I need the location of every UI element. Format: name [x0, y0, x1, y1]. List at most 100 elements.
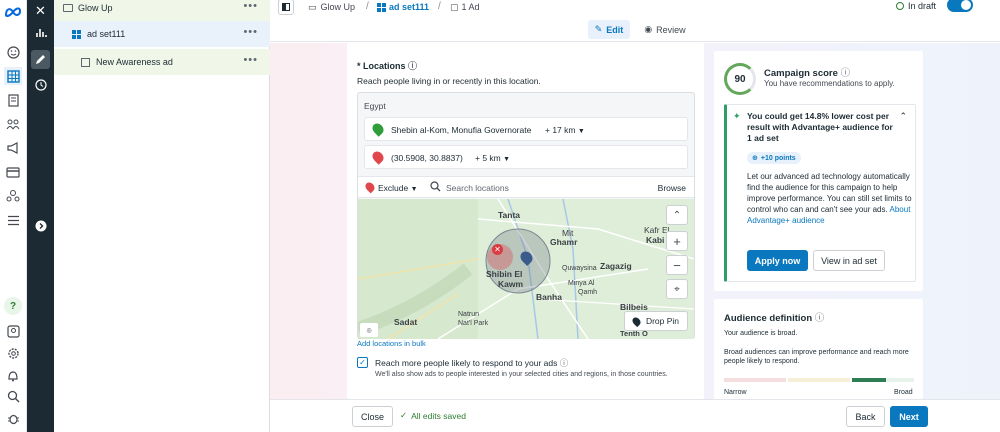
pencil-icon[interactable] [31, 50, 50, 69]
search-icon [430, 181, 441, 194]
next-button[interactable]: Next [890, 406, 928, 427]
campaign-more-icon[interactable]: ••• [243, 1, 258, 12]
view-in-adset-button[interactable]: View in ad set [813, 250, 885, 271]
view-label: View in ad set [821, 255, 877, 266]
ads-book-icon[interactable] [4, 91, 22, 109]
bar-chart-icon[interactable] [31, 23, 50, 42]
location-entry-1[interactable]: Shebin al-Kom, Monufia Governorate + 17 … [364, 117, 688, 141]
back-label: Back [855, 411, 876, 422]
bell-icon[interactable] [4, 366, 22, 384]
locations-title: * Locations [357, 61, 406, 71]
bug-icon[interactable] [4, 409, 22, 427]
history-clock-icon[interactable] [31, 75, 50, 94]
search-input[interactable]: Search locations [446, 183, 509, 193]
caret-down-icon: ▼ [577, 128, 585, 135]
tree-item-adset[interactable]: ad set111 ••• [54, 21, 270, 47]
advantage-checkbox[interactable]: ✓ [357, 357, 368, 368]
recommendation-title: You could get 14.8% lower cost per resul… [747, 111, 893, 143]
red-pin-icon [370, 149, 386, 165]
map-provider-logo: ◎ [360, 323, 378, 337]
map-label: Shibin El [486, 269, 523, 279]
chevron-up-icon[interactable]: ⌃ [899, 111, 907, 122]
zoom-in-button[interactable]: + [666, 231, 688, 251]
zoom-out-button[interactable]: − [666, 255, 688, 275]
map-label: Kawm [498, 279, 524, 289]
map-label: Qamh [578, 289, 598, 296]
country-label: Egypt [364, 101, 386, 111]
points-label: +10 points [760, 154, 796, 162]
radius-dropdown[interactable]: + 5 km ▼ [475, 153, 510, 163]
browse-button[interactable]: Browse [658, 183, 686, 193]
map-label: Quwaysina [562, 265, 597, 272]
gear-icon[interactable] [4, 344, 22, 362]
menu-icon[interactable] [4, 211, 22, 229]
ad-more-icon[interactable]: ••• [243, 55, 258, 66]
search-icon[interactable] [4, 387, 22, 405]
back-button[interactable]: Back [846, 406, 885, 427]
breadcrumb-adset[interactable]: ad set111 [377, 0, 429, 14]
advantage-label-row: Reach more people likely to respond to y… [375, 357, 568, 369]
crumb-label: 1 Ad [461, 2, 480, 12]
meter-broad-label: Broad [894, 389, 913, 396]
map-label: Ghamr [550, 237, 578, 247]
info-icon[interactable]: ⓘ [408, 61, 417, 71]
advantage-description: We'll also show ads to people interested… [375, 371, 668, 378]
adset-more-icon[interactable]: ••• [243, 27, 258, 38]
location-entry-2[interactable]: (30.5908, 30.8837) + 5 km ▼ [364, 145, 688, 169]
add-locations-bulk-link[interactable]: Add locations in bulk [357, 339, 426, 348]
location-map[interactable]: ✕ Tanta Mit Ghamr Kafr El Kabi Shibin El… [358, 199, 694, 339]
radius-dropdown[interactable]: + 17 km ▼ [545, 125, 585, 135]
map-label: Nat'l Park [458, 320, 489, 327]
apply-now-button[interactable]: Apply now [747, 250, 808, 271]
review-tab[interactable]: ◉ Review [640, 20, 690, 39]
adset-grid-icon [72, 29, 81, 39]
excluded-pin-icon: ✕ [492, 244, 503, 255]
card-icon[interactable] [4, 163, 22, 181]
help-icon[interactable]: ? [4, 297, 22, 315]
inbox-icon[interactable] [4, 322, 22, 340]
radius-label: + 5 km [475, 153, 501, 163]
breadcrumb-ad[interactable]: ▢ 1 Ad [450, 0, 480, 14]
info-icon[interactable]: ⓘ [841, 68, 851, 79]
locations-heading: * Locations ⓘ [357, 59, 417, 72]
audience-icon[interactable] [4, 187, 22, 205]
people-icon[interactable] [4, 115, 22, 133]
exclude-dropdown[interactable]: Exclude ▼ [378, 183, 418, 193]
map-up-button[interactable]: ⌃ [666, 205, 688, 225]
smiley-icon[interactable] [4, 43, 22, 61]
crumb-separator: / [366, 1, 369, 12]
tree-item-ad[interactable]: New Awareness ad ••• [54, 49, 270, 75]
publish-toggle[interactable] [947, 0, 973, 12]
edit-tab[interactable]: ✎ Edit [588, 20, 630, 39]
meta-logo-icon[interactable] [4, 3, 22, 21]
score-subtitle: You have recommendations to apply. [764, 79, 895, 88]
megaphone-icon[interactable] [4, 139, 22, 157]
editor-dark-strip: ✕ [27, 0, 54, 432]
breadcrumb-campaign[interactable]: ▭ Glow Up [308, 0, 355, 14]
close-button[interactable]: Close [352, 406, 393, 427]
audience-description: Broad audiences can improve performance … [724, 349, 909, 365]
map-label: Minya Al [568, 280, 595, 287]
tree-item-campaign[interactable]: Glow Up ••• [54, 0, 270, 21]
red-pin-icon [363, 180, 377, 194]
locate-icon[interactable]: ⌖ [666, 279, 688, 299]
tree-campaign-label: Glow Up [78, 3, 113, 13]
map-label: Banha [536, 292, 562, 302]
crumb-label: ad set111 [389, 2, 430, 12]
close-label: Close [360, 411, 384, 422]
caret-down-icon: ▼ [410, 186, 418, 193]
grid-table-icon[interactable] [4, 67, 22, 85]
editor-header: ▭ Glow Up / ad set111 / ▢ 1 Ad In draft ✎ E… [270, 0, 1000, 42]
info-icon[interactable]: ⓘ [560, 358, 569, 368]
expand-chevron-icon[interactable] [31, 216, 50, 235]
pencil-icon: ✎ [594, 24, 603, 34]
location-name: (30.5908, 30.8837) [391, 153, 463, 163]
score-title: Campaign score [764, 68, 838, 79]
score-title-row: Campaign score ⓘ [764, 65, 850, 79]
close-icon[interactable]: ✕ [31, 1, 50, 20]
info-icon[interactable]: ⓘ [815, 313, 825, 324]
exclude-label: Exclude [378, 183, 409, 193]
drop-pin-button[interactable]: Drop Pin [624, 311, 688, 331]
toggle-panel-icon[interactable] [278, 0, 294, 15]
recommendation-box: ✦ You could get 14.8% lower cost per res… [724, 104, 916, 282]
